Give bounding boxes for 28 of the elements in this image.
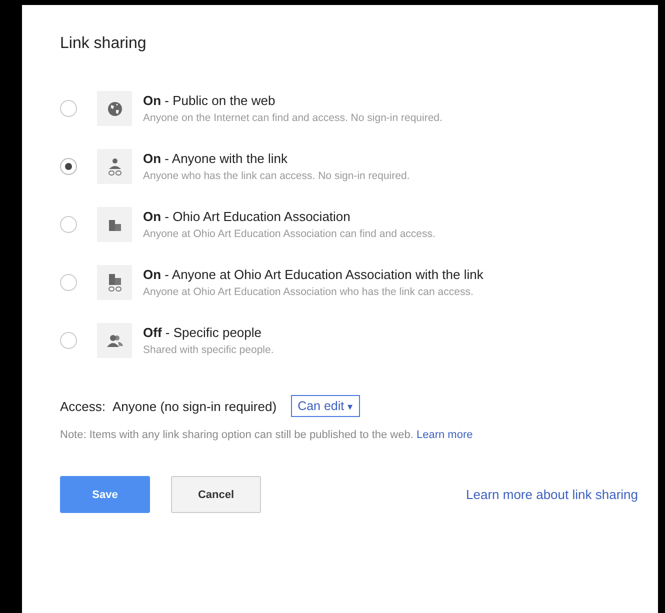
permission-dropdown[interactable]: Can edit ▾ bbox=[290, 395, 360, 417]
access-value: Anyone (no sign-in required) bbox=[112, 398, 277, 414]
help-link[interactable]: Learn more about link sharing bbox=[466, 487, 638, 502]
option-label: On - Anyone with the link bbox=[143, 151, 289, 166]
person-link-icon bbox=[106, 156, 122, 176]
globe-icon bbox=[106, 100, 122, 116]
radio-button[interactable] bbox=[60, 158, 77, 175]
option-label: On - Anyone at Ohio Art Education Association with the link bbox=[143, 267, 484, 282]
radio-button[interactable] bbox=[60, 100, 77, 117]
option-label: On - Ohio Art Education Association bbox=[143, 209, 352, 224]
access-label: Access: bbox=[60, 398, 106, 414]
option-description: Anyone at Ohio Art Education Association who has the link can access. bbox=[143, 286, 474, 298]
option-description: Shared with specific people. bbox=[143, 344, 274, 356]
option-description: Anyone on the Internet can find and access. No sign-in required. bbox=[143, 112, 442, 124]
option-description: Anyone who has the link can access. No sign-in required. bbox=[143, 170, 410, 182]
dialog-title: Link sharing bbox=[60, 35, 148, 53]
save-button[interactable]: Save bbox=[60, 476, 150, 513]
option-label: Off - Specific people bbox=[143, 325, 263, 340]
radio-button[interactable] bbox=[60, 274, 77, 291]
radio-button[interactable] bbox=[60, 216, 77, 233]
learn-more-link[interactable]: Learn more bbox=[416, 429, 473, 441]
option-description: Anyone at Ohio Art Education Association can find and access. bbox=[143, 228, 436, 240]
option-label: On - Public on the web bbox=[143, 93, 276, 108]
people-icon bbox=[106, 332, 124, 348]
cancel-button[interactable]: Cancel bbox=[171, 476, 261, 513]
radio-button[interactable] bbox=[60, 332, 77, 349]
building-link-icon bbox=[106, 272, 122, 292]
note-text: Note: Items with any link sharing option can still be published to the web. Learn more bbox=[60, 429, 474, 441]
